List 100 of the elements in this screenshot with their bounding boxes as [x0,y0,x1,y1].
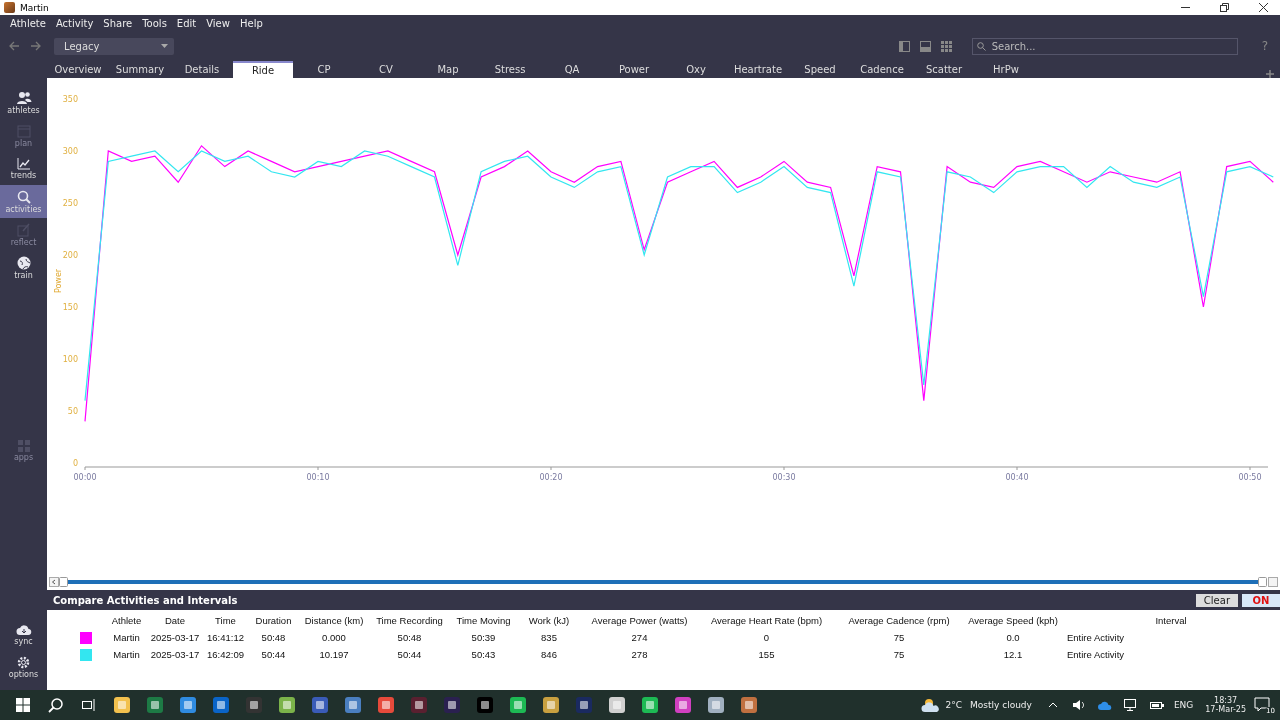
menu-item[interactable]: Help [234,18,268,29]
menu-item[interactable]: Share [98,18,138,29]
menu-item[interactable]: Athlete [5,18,51,29]
y-tick-label: 200 [62,251,78,260]
toggle-button[interactable]: ON [1242,593,1280,607]
tab[interactable]: Power [603,61,665,78]
table-cell-text: 2025-03-17 [149,649,201,660]
sidebar-item[interactable]: trends [0,152,47,185]
sidebar-item[interactable]: train [0,251,47,284]
bottom-panel-icon[interactable] [919,40,931,52]
y-axis-label: Power [54,268,63,294]
column-header: Distance (km) [303,615,365,626]
sidebar-item[interactable]: options [0,651,47,684]
app-icon[interactable] [145,696,164,714]
tab[interactable]: Cadence [851,61,913,78]
windows-start-icon[interactable] [15,698,30,712]
people-icon [15,90,32,105]
sidebar-layout-icon[interactable] [898,40,910,52]
tab[interactable]: Scatter [913,61,975,78]
cloud-download-icon [15,623,32,636]
menu-item[interactable]: Edit [171,18,202,29]
sidebar-item[interactable]: athletes [0,86,47,119]
close-icon[interactable] [1258,3,1268,12]
table-cell-text: 50:43 [470,649,497,660]
column-header: Average Cadence (rpm) [847,615,951,626]
column-header: Duration [254,615,293,626]
app-icon[interactable] [211,696,230,714]
tab[interactable]: HrPw [975,61,1037,78]
app-icon[interactable] [343,696,362,714]
table-cell-text: 50:48 [396,632,423,643]
table-cell-text: 75 [892,632,906,643]
app-icon[interactable] [508,696,527,714]
app-icon[interactable] [376,696,395,714]
grid-icon[interactable] [940,40,952,52]
globe-icon [16,255,31,270]
column-header: Time Moving [455,615,512,626]
tab[interactable]: QA [541,61,603,78]
tab[interactable]: Ride [233,61,293,78]
app-icon[interactable] [277,696,296,714]
table-cell-text: 16:41:12 [206,632,245,643]
tab[interactable]: Details [171,61,233,78]
menu-item[interactable]: View [201,18,235,29]
column-header: Average Heart Rate (bpm) [709,615,824,626]
search-field[interactable]: Search... [971,37,1238,55]
battery-icon[interactable] [1149,700,1164,710]
language-indicator[interactable]: ENG [1173,700,1194,710]
table-cell-text: 50:39 [470,632,497,643]
app-icon[interactable] [475,696,494,714]
column-header: Work (kJ) [527,615,571,626]
forward-arrow-icon[interactable] [30,40,42,52]
scrollbar[interactable] [49,577,1278,587]
table-cell-text: Entire Activity [1066,649,1126,660]
app-icon[interactable] [706,696,725,714]
tab[interactable]: CP [293,61,355,78]
sidebar-item[interactable]: activities [0,185,47,218]
line-chart-icon [16,157,31,170]
app-icon[interactable] [409,696,428,714]
tab[interactable]: CV [355,61,417,78]
app-icon[interactable] [541,696,560,714]
restore-icon[interactable] [1219,3,1229,12]
sidebar-item[interactable]: sync [0,618,47,651]
app-icon[interactable] [310,696,329,714]
tab[interactable]: Map [417,61,479,78]
table-cell-text: 2025-03-17 [149,632,201,643]
search-icon[interactable] [48,697,63,713]
tab[interactable]: Heartrate [727,61,789,78]
app-icon[interactable] [178,696,197,714]
app-icon[interactable] [739,696,758,714]
app-icon[interactable] [640,696,659,714]
app-icon[interactable] [442,696,461,714]
tab[interactable]: Speed [789,61,851,78]
tab[interactable]: Overview [47,61,109,78]
x-tick-label: 00:00 [73,473,97,482]
view-dropdown[interactable]: Legacy [54,37,174,55]
menu-item[interactable]: Tools [137,18,172,29]
tab[interactable]: Summary [109,61,171,78]
clear-button[interactable]: Clear [1195,593,1238,607]
app-icon[interactable] [574,696,593,714]
minimize-icon[interactable] [1180,7,1190,8]
app-icon[interactable] [244,696,263,714]
clock[interactable]: 18:37 17-Mar-25 [1205,696,1246,714]
window-title: Martin [20,2,50,13]
menu-item[interactable]: Activity [50,18,99,29]
tab[interactable]: Oxy [665,61,727,78]
y-tick-label: 350 [62,95,78,104]
table-cell-text: Martin [112,649,141,660]
table-cell-text: 75 [892,649,906,660]
cloud-icon[interactable] [1097,700,1112,710]
app-icon[interactable] [673,696,692,714]
column-header: Time [214,615,237,626]
tab[interactable]: Stress [479,61,541,78]
app-icon[interactable] [112,696,131,714]
chevron-up-icon[interactable] [1047,702,1058,708]
grid-icon [17,440,30,452]
add-icon[interactable] [1266,70,1274,78]
back-arrow-icon[interactable] [8,40,20,52]
app-icon[interactable] [607,696,626,714]
task-view-icon[interactable] [81,699,96,711]
column-header: Interval [1154,615,1188,626]
speaker-icon[interactable] [1071,699,1086,711]
